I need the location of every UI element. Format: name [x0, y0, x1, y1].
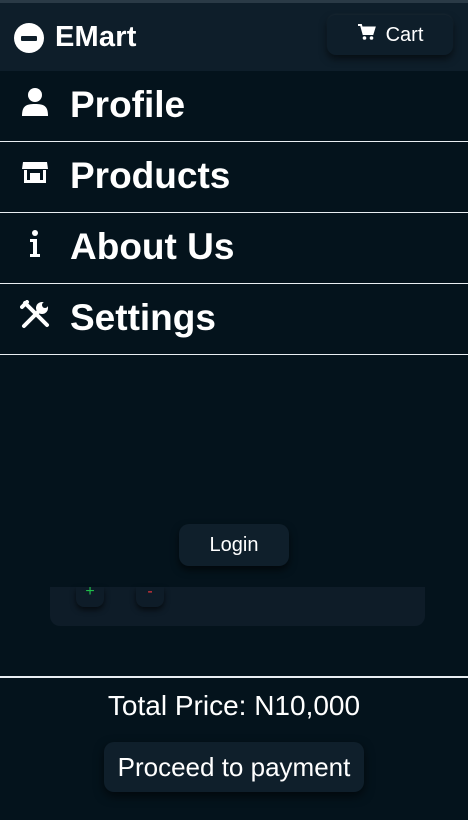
menu-item-profile[interactable]: Profile: [0, 71, 468, 142]
info-icon: [18, 227, 52, 261]
cart-button[interactable]: Cart: [327, 15, 453, 55]
app-header: EMart Cart: [0, 3, 468, 71]
tools-icon: [18, 298, 52, 332]
menu-label-settings: Settings: [70, 297, 216, 338]
increase-quantity-button[interactable]: +: [76, 587, 104, 607]
menu-item-settings[interactable]: Settings: [0, 284, 468, 355]
menu-label-about: About Us: [70, 226, 235, 267]
brand-name: EMart: [55, 21, 137, 53]
decrease-quantity-button[interactable]: -: [136, 587, 164, 607]
brand[interactable]: EMart: [14, 21, 137, 54]
minus-circle-icon: [14, 22, 44, 53]
menu-label-products: Products: [70, 155, 231, 196]
total-price: Total Price: N10,000: [107, 690, 361, 721]
cart-item-card: + -: [50, 587, 425, 626]
user-icon: [18, 85, 52, 119]
menu-item-products[interactable]: Products: [0, 142, 468, 213]
menu-label-profile: Profile: [70, 84, 186, 125]
login-button[interactable]: Login: [179, 524, 289, 566]
menu-item-about[interactable]: About Us: [0, 213, 468, 284]
store-icon: [18, 156, 52, 190]
cart-icon: [357, 23, 376, 47]
footer-divider: [0, 676, 468, 678]
cart-label: Cart: [385, 23, 424, 46]
proceed-to-payment-button[interactable]: Proceed to payment: [104, 742, 364, 792]
